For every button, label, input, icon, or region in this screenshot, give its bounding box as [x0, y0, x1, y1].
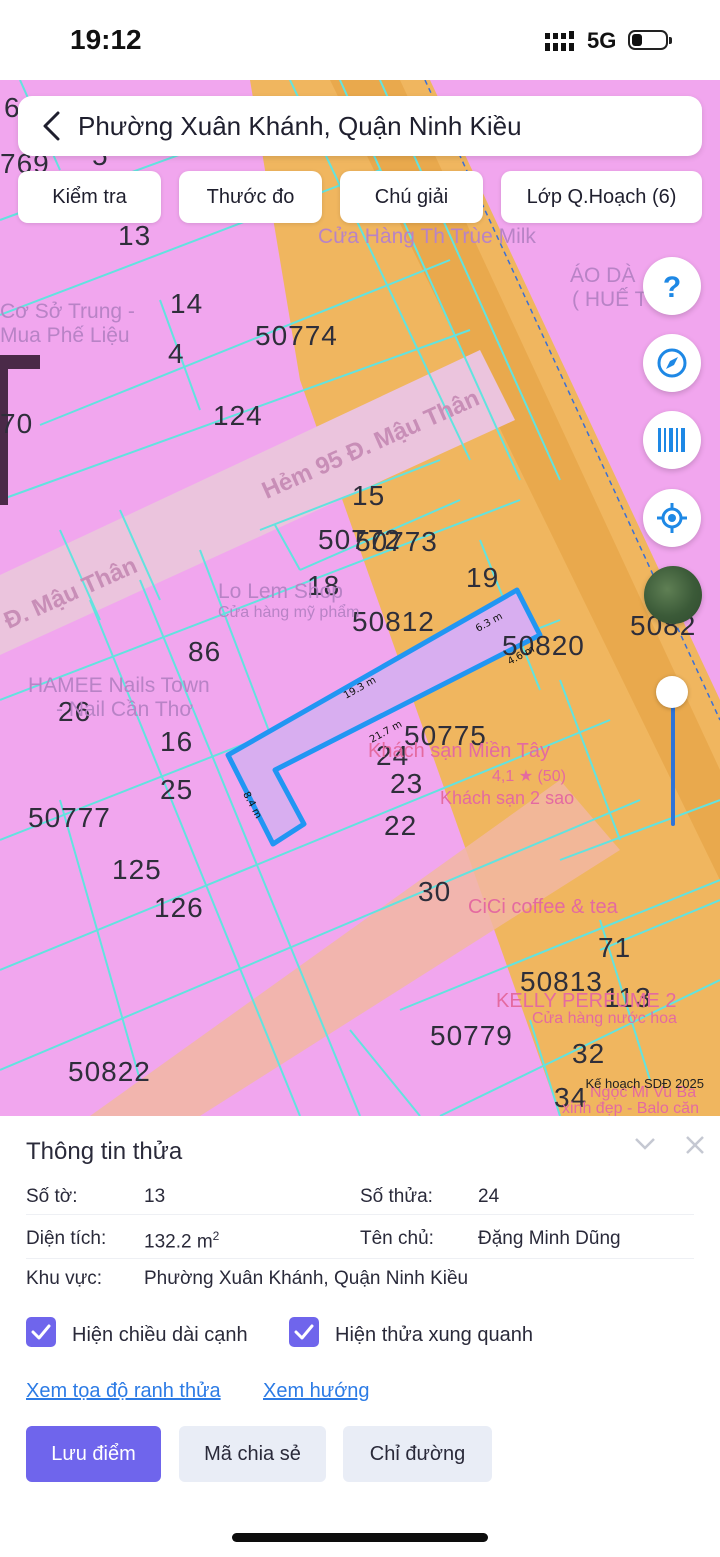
poi-label: HAMEE Nails Town [28, 674, 210, 697]
area-label: Diện tích: [26, 1228, 107, 1249]
lot-number-label: Số thửa: [360, 1186, 433, 1207]
satellite-layer-button[interactable] [644, 566, 702, 624]
region-label: Khu vực: [26, 1268, 103, 1289]
owner-label: Tên chủ: [360, 1228, 434, 1249]
barcode-icon [658, 428, 685, 452]
sheet-label: Số tờ: [26, 1186, 78, 1207]
area-unit-superscript: 2 [212, 1229, 220, 1243]
row-divider [26, 1258, 694, 1259]
lot-label: 14 [170, 288, 204, 319]
lot-label: 50779 [430, 1020, 513, 1051]
checkmark-icon [294, 1324, 314, 1340]
chevron-down-icon[interactable] [634, 1136, 656, 1152]
panel-title: Thông tin thửa [26, 1138, 183, 1165]
poi-label: ( HUẾ T [572, 288, 648, 311]
home-indicator [232, 1533, 488, 1542]
measure-button[interactable]: Thước đo [179, 171, 322, 223]
lot-label: 13 [118, 220, 152, 251]
lot-label: 86 [188, 636, 222, 667]
lot-label: 50773 [355, 526, 438, 557]
poi-label: CiCi coffee & tea [468, 896, 618, 918]
checkmark-icon [31, 1324, 51, 1340]
lot-label: 50777 [28, 802, 111, 833]
location-title: Phường Xuân Khánh, Quận Ninh Kiều [78, 111, 522, 141]
help-icon: ? [663, 271, 681, 302]
row-divider [26, 1214, 694, 1215]
battery-icon [628, 30, 672, 50]
lot-label: 30 [418, 876, 452, 907]
lot-number-value: 24 [478, 1186, 500, 1207]
directions-button[interactable]: Chỉ đường [343, 1426, 492, 1482]
check-button[interactable]: Kiểm tra [18, 171, 161, 223]
barcode-button[interactable] [643, 411, 701, 469]
svg-text:?: ? [663, 271, 681, 302]
boundary-coords-link[interactable]: Xem tọa độ ranh thửa [26, 1380, 221, 1403]
status-time: 19:12 [70, 24, 142, 55]
map-watermark: Kế hoạch SDĐ 2025 [585, 1076, 704, 1091]
owner-value: Đặng Minh Dũng [478, 1228, 621, 1249]
lot-label: 4 [168, 338, 185, 369]
lot-label: 22 [384, 810, 418, 841]
map-view[interactable]: 6 769 5 13 14 4 50774 70 124 15 50772 50… [0, 80, 720, 1116]
lot-label: 50822 [68, 1056, 151, 1087]
poi-label: Cửa hàng nước hoa [532, 1010, 677, 1027]
share-code-button[interactable]: Mã chia sẻ [179, 1426, 326, 1482]
poi-label: Lo Lem Shop [218, 580, 343, 603]
back-arrow-icon[interactable] [36, 110, 68, 142]
lot-label: 25 [160, 774, 194, 805]
poi-label: Cơ Sở Trung - [0, 300, 135, 323]
lot-label: 125 [112, 854, 162, 885]
show-edges-checkbox[interactable] [26, 1317, 56, 1347]
region-value: Phường Xuân Khánh, Quận Ninh Kiều [144, 1268, 469, 1289]
legend-button[interactable]: Chú giải [340, 171, 483, 223]
show-neighbors-checkbox[interactable] [289, 1317, 319, 1347]
poi-label: - Nail Cần Thơ [56, 698, 194, 721]
network-type: 5G [587, 28, 617, 53]
signal-icon [545, 31, 574, 51]
poi-label: Cửa Hàng Th Trùe Milk [318, 225, 536, 248]
lot-label: 23 [390, 768, 424, 799]
direction-link[interactable]: Xem hướng [263, 1380, 370, 1403]
compass-button[interactable] [643, 334, 701, 392]
compass-icon [657, 348, 687, 378]
help-button[interactable]: ? [643, 257, 701, 315]
poi-label: ÁO DÀ [570, 264, 636, 287]
locate-icon [657, 503, 687, 533]
status-bar: 19:12 5G [0, 0, 720, 80]
lot-label: 70 [0, 408, 34, 439]
parcel-info-panel: Thông tin thửa Số tờ: 13 Số thửa: 24 Diệ… [0, 1116, 720, 1557]
lot-label: 15 [352, 480, 386, 511]
lot-label: 50812 [352, 606, 435, 637]
sheet-value: 13 [144, 1186, 166, 1207]
poi-label: Cửa hàng mỹ phẩm [218, 604, 360, 621]
area-value: 132.2 m2 [144, 1229, 220, 1253]
poi-label: 4,1 ★ (50) [492, 768, 566, 785]
zoom-slider-handle[interactable] [656, 676, 688, 708]
poi-label: Mua Phế Liệu [0, 324, 130, 347]
lot-label: 126 [154, 892, 204, 923]
close-icon[interactable] [684, 1134, 706, 1156]
lot-label: 32 [572, 1038, 606, 1069]
lot-label: 19 [466, 562, 500, 593]
poi-label: xinh đẹp - Balo căn [562, 1100, 699, 1116]
location-header[interactable]: Phường Xuân Khánh, Quận Ninh Kiều [18, 96, 702, 156]
layers-button[interactable]: Lớp Q.Hoạch (6) [501, 171, 702, 223]
lot-label: 124 [213, 400, 263, 431]
lot-label: 16 [160, 726, 194, 757]
lot-label: 71 [598, 932, 632, 963]
show-neighbors-label[interactable]: Hiện thửa xung quanh [335, 1324, 533, 1347]
save-point-button[interactable]: Lưu điểm [26, 1426, 161, 1482]
lot-label: 50774 [255, 320, 338, 351]
poi-label: Khách sạn 2 sao [440, 788, 575, 808]
locate-button[interactable] [643, 489, 701, 547]
poi-label: Khách sạn Miền Tây [368, 740, 550, 762]
show-edges-label[interactable]: Hiện chiều dài cạnh [72, 1324, 248, 1347]
